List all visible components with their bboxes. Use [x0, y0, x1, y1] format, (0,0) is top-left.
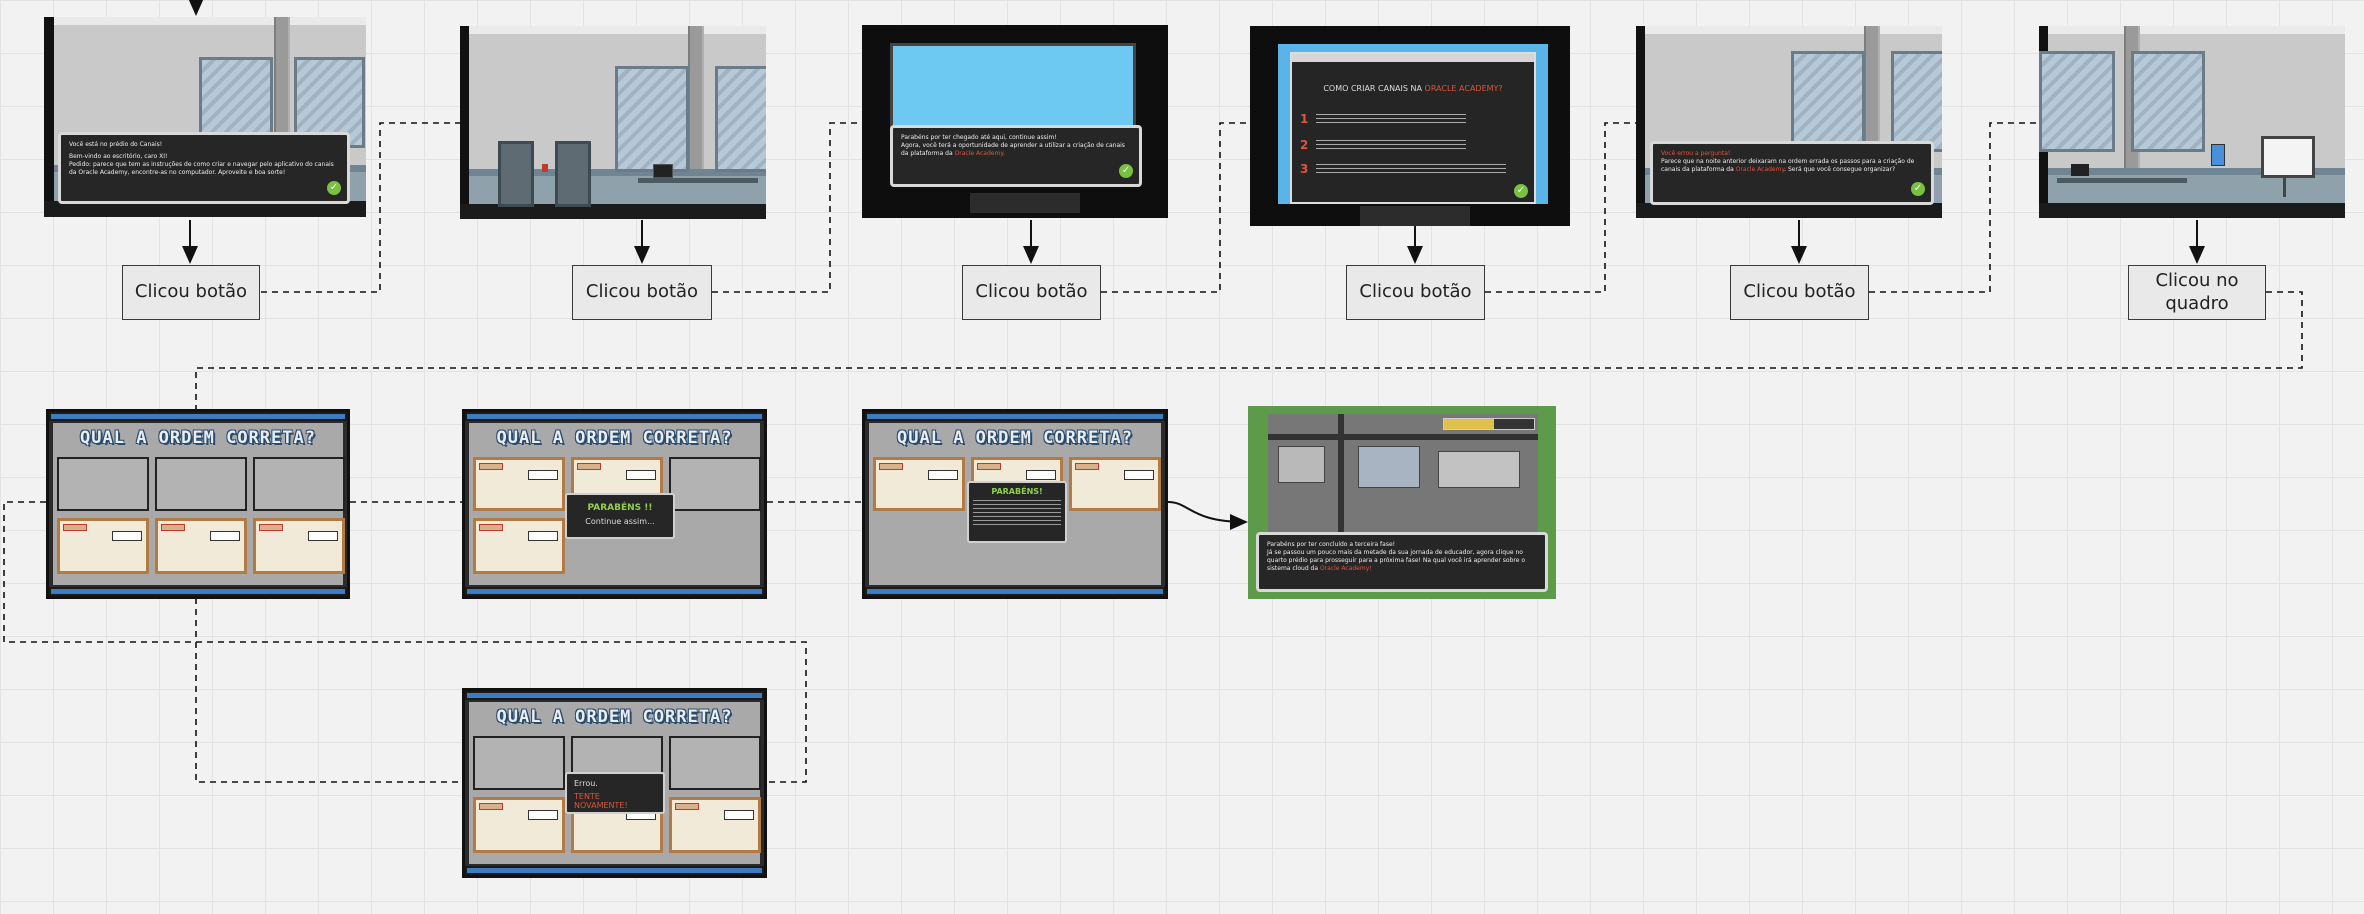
dialog-line: Agora, você terá a oportunidade de apren… — [901, 142, 1131, 158]
popup-title: PARABÉNS !! — [587, 503, 653, 513]
quiz-title: QUAL A ORDEM CORRETA? — [80, 428, 316, 448]
screen-computer-intro: Parabéns por ter chegado até aqui, conti… — [862, 25, 1168, 218]
dialog-line: Parabéns por ter concluído a terceira fa… — [1267, 541, 1396, 548]
dash-6 — [195, 291, 2303, 410]
drop-slot[interactable] — [253, 457, 345, 511]
oracle-highlight: Oracle Academy! — [1319, 565, 1372, 573]
step-card[interactable] — [253, 518, 345, 574]
intro-dialog: Parabéns por ter chegado até aqui, conti… — [890, 125, 1142, 187]
drop-slot[interactable] — [473, 736, 565, 790]
popup-title: PARABÉNS! — [991, 487, 1043, 496]
step-label-1: Clicou botão — [122, 265, 260, 320]
screen-office-welcome: Você está no prédio do Canais! Bem-vindo… — [44, 17, 366, 217]
final-success-popup: PARABÉNS! — [967, 481, 1067, 543]
quiz-title: QUAL A ORDEM CORRETA? — [496, 428, 733, 448]
elevator-door — [498, 141, 534, 207]
quiz-panel-error: QUAL A ORDEM CORRETA? Errou. TENTE NOVAM… — [462, 688, 767, 878]
step-label-4: Clicou botão — [1346, 265, 1485, 320]
progress-bar — [1443, 418, 1535, 430]
step-3: 3 — [1300, 162, 1309, 176]
instructions-heading: COMO CRIAR CANAIS NA ORACLE ACADEMY? — [1292, 84, 1534, 93]
error-hint-dialog: Você errou a pergunta! Parece que na noi… — [1650, 141, 1934, 205]
quiz-panel-partial: QUAL A ORDEM CORRETA? PARABÉNS !! Contin… — [462, 409, 767, 599]
dialog-line: Parabéns por ter chegado até aqui, conti… — [901, 134, 1057, 141]
drop-slot[interactable] — [57, 457, 149, 511]
error-popup: Errou. TENTE NOVAMENTE! — [565, 772, 665, 814]
dash-10 — [195, 598, 462, 783]
step-card[interactable] — [473, 457, 565, 511]
quiz-panel-start: QUAL A ORDEM CORRETA? — [46, 409, 350, 599]
dialog-text: Agora, você terá a oportunidade de apren… — [901, 142, 1125, 158]
drop-slot[interactable] — [669, 457, 761, 511]
success-popup: PARABÉNS !! Continue assim... — [565, 493, 675, 539]
step-card[interactable] — [1069, 457, 1161, 511]
screen-office-board — [2039, 26, 2345, 218]
dialog-text: Já se passou um pouco mais da metade da … — [1267, 549, 1526, 573]
screen-office-elevators — [460, 26, 766, 219]
welcome-dialog: Você está no prédio do Canais! Bem-vindo… — [58, 132, 350, 204]
dialog-line: Você está no prédio do Canais! — [69, 141, 163, 148]
heading-text: COMO CRIAR CANAIS NA — [1323, 84, 1422, 93]
quiz-title: QUAL A ORDEM CORRETA? — [897, 428, 1133, 448]
screen-error-hint: Você errou a pergunta! Parece que na noi… — [1636, 26, 1942, 218]
popup-subtitle: TENTE NOVAMENTE! — [574, 792, 628, 810]
dialog-line: Parece que na noite anterior deixaram na… — [1661, 158, 1923, 174]
drop-slot[interactable] — [669, 736, 761, 790]
step-1: 1 — [1300, 112, 1309, 126]
step-label-6: Clicou no quadro — [2128, 265, 2266, 320]
step-label-5: Clicou botão — [1730, 265, 1869, 320]
dialog-line: Pedido: parece que tem as instruções de … — [69, 161, 334, 177]
popup-title: Errou. — [574, 779, 598, 788]
screen-instructions: COMO CRIAR CANAIS NA ORACLE ACADEMY? 1 2… — [1250, 26, 1570, 226]
continue-check-icon[interactable]: ✓ — [1119, 164, 1133, 178]
oracle-highlight: Oracle Academy — [1735, 166, 1785, 174]
step-card[interactable] — [669, 797, 761, 853]
step-2: 2 — [1300, 138, 1309, 152]
popup-subtitle: Continue assim... — [585, 517, 655, 526]
quiz-panel-complete: QUAL A ORDEM CORRETA? PARABÉNS! — [862, 409, 1168, 599]
quiz-title: QUAL A ORDEM CORRETA? — [496, 707, 733, 727]
computer-icon[interactable] — [653, 164, 673, 178]
arrow-to-map — [1167, 501, 1248, 530]
elevator-door — [555, 141, 591, 207]
step-card[interactable] — [473, 518, 565, 574]
oracle-highlight: Oracle Academy. — [954, 150, 1005, 158]
heading-highlight: ORACLE ACADEMY? — [1424, 84, 1503, 93]
whiteboard[interactable] — [2261, 136, 2315, 178]
step-card[interactable] — [57, 518, 149, 574]
dialog-line: Bem-vindo ao escritório, caro XI! — [69, 153, 168, 161]
continue-check-icon[interactable]: ✓ — [1514, 184, 1528, 198]
step-card[interactable] — [873, 457, 965, 511]
dialog-title: Você errou a pergunta! — [1661, 150, 1731, 157]
drop-slot[interactable] — [155, 457, 247, 511]
continue-check-icon[interactable]: ✓ — [327, 181, 341, 195]
map-dialog: Parabéns por ter concluído a terceira fa… — [1256, 532, 1548, 592]
step-card[interactable] — [473, 797, 565, 853]
screen-city-map: Parabéns por ter concluído a terceira fa… — [1248, 406, 1556, 599]
step-card[interactable] — [155, 518, 247, 574]
dialog-line: Já se passou um pouco mais da metade da … — [1267, 549, 1537, 573]
step-label-3: Clicou botão — [962, 265, 1101, 320]
dialog-text: . Será que você consegue organizar? — [1784, 166, 1896, 174]
continue-check-icon[interactable]: ✓ — [1911, 182, 1925, 196]
step-label-2: Clicou botão — [572, 265, 712, 320]
